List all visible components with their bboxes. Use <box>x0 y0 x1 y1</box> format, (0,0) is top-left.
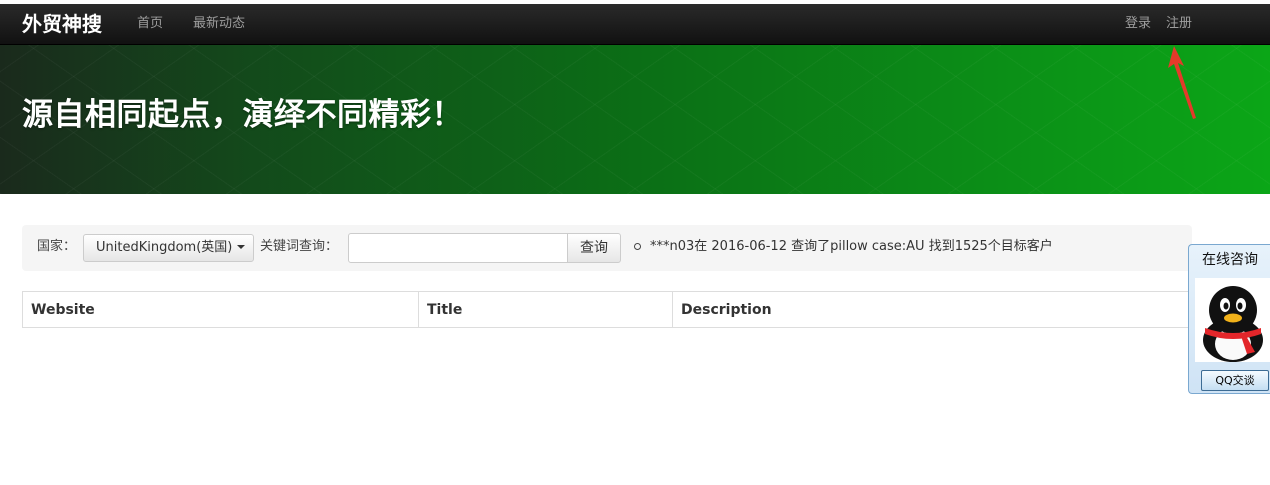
column-header-website: Website <box>22 291 419 328</box>
search-bar: 国家： UnitedKingdom(英国) 关键词查询： 查询 ***n03在 … <box>22 225 1192 271</box>
results-table: Website Title Description <box>22 291 1192 328</box>
nav-link-home[interactable]: 首页 <box>137 16 163 32</box>
keyword-input[interactable] <box>348 233 568 263</box>
register-link[interactable]: 注册 <box>1166 16 1192 32</box>
column-header-title: Title <box>418 291 673 328</box>
hero-banner: 源自相同起点，演绎不同精彩！ <box>0 45 1270 194</box>
qq-chat-button[interactable]: QQ交谈 <box>1201 370 1269 391</box>
query-button[interactable]: 查询 <box>567 233 621 263</box>
brand-logo[interactable]: 外贸神搜 <box>22 11 102 37</box>
keyword-label: 关键词查询： <box>260 239 339 254</box>
caret-down-icon <box>237 245 246 249</box>
qq-penguin-avatar <box>1195 278 1270 362</box>
navbar: 外贸神搜 首页 最新动态 登录 注册 <box>0 4 1270 45</box>
qq-penguin-icon <box>1203 286 1263 362</box>
country-dropdown[interactable]: UnitedKingdom(英国) <box>83 234 254 262</box>
nav-link-latest-news[interactable]: 最新动态 <box>193 16 245 32</box>
annotation-arrow-icon <box>1168 46 1196 119</box>
login-link[interactable]: 登录 <box>1125 16 1151 32</box>
table-header-row: Website Title Description <box>22 291 1192 328</box>
list-bullet-icon <box>634 243 641 250</box>
recent-activity-text: ***n03在 2016-06-12 查询了pillow case:AU 找到1… <box>650 239 1053 254</box>
country-value: UnitedKingdom(英国) <box>96 240 233 255</box>
qq-online-consult-widget: 在线咨询 QQ交谈 <box>1188 244 1270 394</box>
hero-title: 源自相同起点，演绎不同精彩！ <box>22 97 463 133</box>
column-header-description: Description <box>672 291 1192 328</box>
qq-widget-title: 在线咨询 <box>1202 252 1258 268</box>
country-label: 国家： <box>37 239 77 254</box>
